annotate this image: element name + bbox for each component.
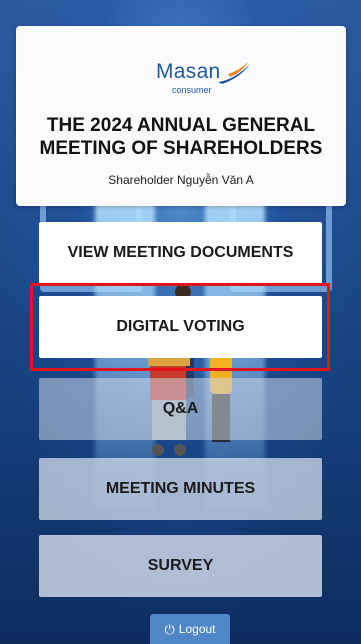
logout-button[interactable]: ⏻ Logout — [150, 614, 230, 644]
qa-button[interactable]: Q&A — [39, 378, 322, 440]
meeting-title: THE 2024 ANNUAL GENERAL MEETING OF SHARE… — [39, 115, 323, 159]
logout-label: Logout — [178, 622, 216, 636]
masan-logo: Masan consumer — [156, 60, 256, 102]
qa-label: Q&A — [162, 400, 199, 417]
header-card: Masan consumer THE 2024 ANNUAL GENERAL M… — [16, 26, 346, 206]
shareholder-name: Shareholder Nguyễn Văn A — [108, 173, 254, 187]
logo-sub: consumer — [172, 85, 212, 95]
logo-brand: Masan — [156, 60, 221, 83]
digital-voting-button[interactable]: DIGITAL VOTING — [39, 296, 322, 358]
survey-label: SURVEY — [147, 557, 214, 574]
meeting-minutes-button[interactable]: MEETING MINUTES — [39, 458, 322, 520]
power-icon: ⏻ — [164, 621, 175, 637]
view-documents-label: VIEW MEETING DOCUMENTS — [67, 244, 294, 261]
logo-swoosh-icon — [218, 62, 250, 84]
survey-button[interactable]: SURVEY — [39, 535, 322, 597]
digital-voting-label: DIGITAL VOTING — [116, 318, 245, 335]
meeting-minutes-label: MEETING MINUTES — [105, 480, 256, 497]
view-documents-button[interactable]: VIEW MEETING DOCUMENTS — [39, 222, 322, 284]
